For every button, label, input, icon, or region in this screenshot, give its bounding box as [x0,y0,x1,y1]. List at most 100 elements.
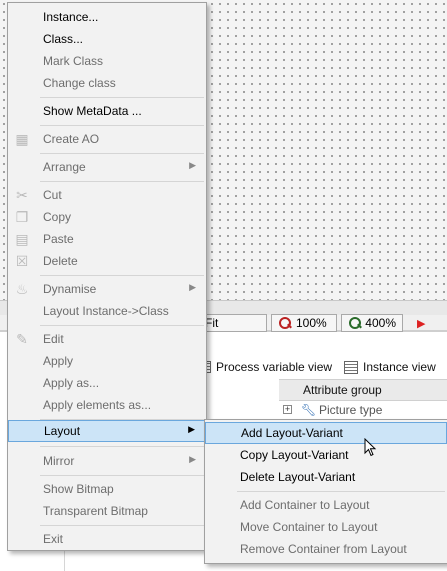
menu-separator [40,181,204,182]
menu-item-class[interactable]: Class... [8,28,206,50]
menu-item-layout-instance-class[interactable]: Layout Instance->Class [8,300,206,322]
menu-item-cut[interactable]: ✂ Cut [8,184,206,206]
wrench-icon: 🔧︎ [301,403,317,417]
tab-process-variable-view-label: Process variable view [216,360,333,374]
zoom-in-icon [348,316,362,330]
menu-item-label: Paste [43,232,74,246]
brush-icon: ✎ [16,331,28,347]
attribute-group-header-label: Attribute group [303,383,382,397]
menu-item-layout[interactable]: Layout ▶ [8,420,206,442]
menu-item-apply[interactable]: Apply [8,350,206,372]
submenu-arrow-icon: ▶ [189,282,196,292]
submenu-item-copy-layout-variant[interactable]: Copy Layout-Variant [205,444,447,466]
menu-separator [40,97,204,98]
submenu-item-add-container[interactable]: Add Container to Layout [205,494,447,516]
menu-item-label: Instance... [43,10,99,24]
menu-item-transparent-bitmap[interactable]: Transparent Bitmap [8,500,206,522]
mouse-cursor-icon [364,438,377,457]
submenu-arrow-icon: ▶ [189,160,196,170]
menu-item-instance[interactable]: Instance... [8,6,206,28]
submenu-item-move-container[interactable]: Move Container to Layout [205,516,447,538]
menu-item-label: Transparent Bitmap [43,504,148,518]
menu-separator [237,491,445,492]
menu-item-edit[interactable]: ✎ Edit [8,328,206,350]
menu-separator [40,153,204,154]
menu-item-label: Class... [43,32,84,46]
submenu-arrow-icon: ▶ [188,424,195,434]
menu-item-apply-as[interactable]: Apply as... [8,372,206,394]
attribute-row-picture-type[interactable]: + 🔧︎ Picture type [279,401,447,419]
view-tabs: Process variable view Instance view [205,356,447,378]
menu-item-label: Mark Class [43,54,104,68]
menu-item-paste[interactable]: ▤ Paste [8,228,206,250]
menu-item-label: Apply [43,354,74,368]
tab-process-variable-view[interactable]: Process variable view [205,360,332,374]
menu-item-copy[interactable]: ❐ Copy [8,206,206,228]
attribute-group-header[interactable]: Attribute group [279,379,447,401]
menu-separator [40,275,204,276]
menu-item-label: Apply elements as... [43,398,152,412]
menu-item-label: Remove Container from Layout [240,542,407,556]
menu-separator [40,325,204,326]
instance-view-icon [344,360,359,374]
menu-item-label: Exit [43,532,64,546]
menu-item-change-class[interactable]: Change class [8,72,206,94]
menu-item-mark-class[interactable]: Mark Class [8,50,206,72]
zoom-in-label: 400% [365,316,396,330]
menu-separator [40,125,204,126]
attribute-row-label: Picture type [319,403,383,417]
menu-item-exit[interactable]: Exit [8,528,206,550]
menu-item-label: Create AO [43,132,100,146]
layout-submenu: Add Layout-Variant Copy Layout-Variant D… [204,419,447,564]
flame-icon: ♨ [15,281,29,297]
zoom-toolbar: Fit 100% 400% ▶ [205,313,425,333]
menu-separator [40,475,204,476]
menu-item-label: Show MetaData ... [43,104,142,118]
menu-separator [40,525,204,526]
menu-item-create-ao[interactable]: ▦ Create AO [8,128,206,150]
menu-item-label: Change class [43,76,116,90]
zoom-out-icon [278,316,292,330]
menu-item-label: Apply as... [43,376,100,390]
tab-instance-view-label: Instance view [363,360,436,374]
menu-item-label: Dynamise [43,282,97,296]
delete-icon: ☒ [15,253,29,269]
menu-item-label: Delete Layout-Variant [240,470,356,484]
submenu-item-delete-layout-variant[interactable]: Delete Layout-Variant [205,466,447,488]
menu-item-show-metadata[interactable]: Show MetaData ... [8,100,206,122]
menu-separator [40,446,204,447]
submenu-arrow-icon: ▶ [189,454,196,464]
menu-item-label: Add Layout-Variant [241,426,343,440]
menu-item-label: Arrange [43,160,86,174]
menu-item-label: Layout [44,424,81,438]
menu-item-mirror[interactable]: Mirror ▶ [8,450,206,472]
menu-item-label: Edit [43,332,64,346]
menu-item-label: Add Container to Layout [240,498,370,512]
menu-item-label: Cut [43,188,62,202]
zoom-fit-label: Fit [205,316,219,330]
menu-item-arrange[interactable]: Arrange ▶ [8,156,206,178]
menu-item-label: Mirror [43,454,75,468]
menu-item-apply-elements-as[interactable]: Apply elements as... [8,394,206,416]
submenu-item-remove-container[interactable]: Remove Container from Layout [205,538,447,560]
menu-item-label: Delete [43,254,78,268]
copy-icon: ❐ [15,209,29,225]
menu-item-delete[interactable]: ☒ Delete [8,250,206,272]
zoom-in-button[interactable]: 400% [341,314,403,332]
tab-instance-view[interactable]: Instance view [344,360,436,374]
menu-item-label: Move Container to Layout [240,520,378,534]
menu-item-show-bitmap[interactable]: Show Bitmap [8,478,206,500]
create-ao-icon: ▦ [15,131,29,147]
zoom-fit-button[interactable]: Fit [205,314,267,332]
menu-item-dynamise[interactable]: ♨ Dynamise ▶ [8,278,206,300]
zoom-out-button[interactable]: 100% [271,314,337,332]
submenu-item-add-layout-variant[interactable]: Add Layout-Variant [205,422,447,444]
expand-icon[interactable]: + [283,405,292,414]
scissors-icon: ✂ [16,187,28,203]
menu-item-label: Copy [43,210,72,224]
menu-item-label: Copy Layout-Variant [240,448,349,462]
scroll-right-arrow-icon[interactable]: ▶ [417,317,425,330]
paste-icon: ▤ [15,231,29,247]
menu-item-label: Show Bitmap [43,482,114,496]
menu-item-label: Layout Instance->Class [43,304,169,318]
